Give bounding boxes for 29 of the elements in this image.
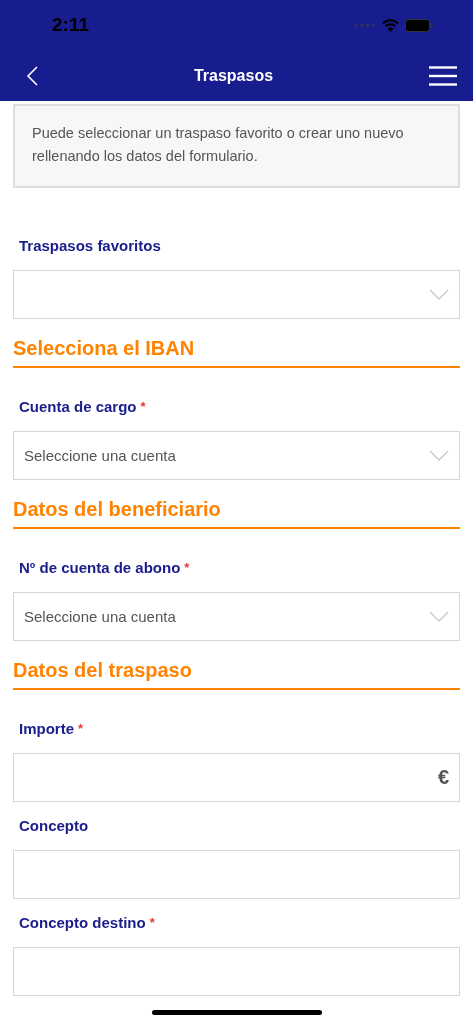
section-heading: Datos del traspaso <box>13 659 460 690</box>
field-label: Concepto <box>18 816 90 836</box>
field-label: Cuenta de cargo * <box>18 397 147 417</box>
section-heading: Datos del beneficiario <box>13 498 460 529</box>
status-time: 2:11 <box>52 14 89 36</box>
select-field[interactable]: Seleccione una cuenta <box>13 592 460 641</box>
currency-label: € <box>437 766 449 789</box>
select-field[interactable] <box>13 270 460 319</box>
field-label: Importe * <box>18 719 85 739</box>
field-label: Traspasos favoritos <box>18 236 162 256</box>
screen-title: Traspasos <box>193 66 274 85</box>
required-mark: * <box>140 399 146 414</box>
info-message: Puede seleccionar un traspaso favorito o crear uno nuevo rellenando los datos del formulario. <box>13 104 460 188</box>
field-label: Nº de cuenta de abono * <box>18 558 191 578</box>
input-field[interactable] <box>13 850 460 899</box>
battery-icon <box>405 18 433 32</box>
chevron-down-icon <box>429 289 449 300</box>
section-heading: Selecciona el IBAN <box>13 337 460 368</box>
chevron-down-icon <box>429 611 449 622</box>
signal-icon <box>354 22 376 28</box>
required-mark: * <box>78 721 84 736</box>
input-field[interactable] <box>13 947 460 996</box>
wifi-icon <box>382 18 399 32</box>
select-field[interactable]: Seleccione una cuenta <box>13 431 460 480</box>
required-mark: * <box>184 560 190 575</box>
input-field[interactable]: € <box>13 753 460 802</box>
required-mark: * <box>149 915 155 930</box>
field-label: Concepto destino * <box>18 913 156 933</box>
chevron-down-icon <box>429 450 449 461</box>
